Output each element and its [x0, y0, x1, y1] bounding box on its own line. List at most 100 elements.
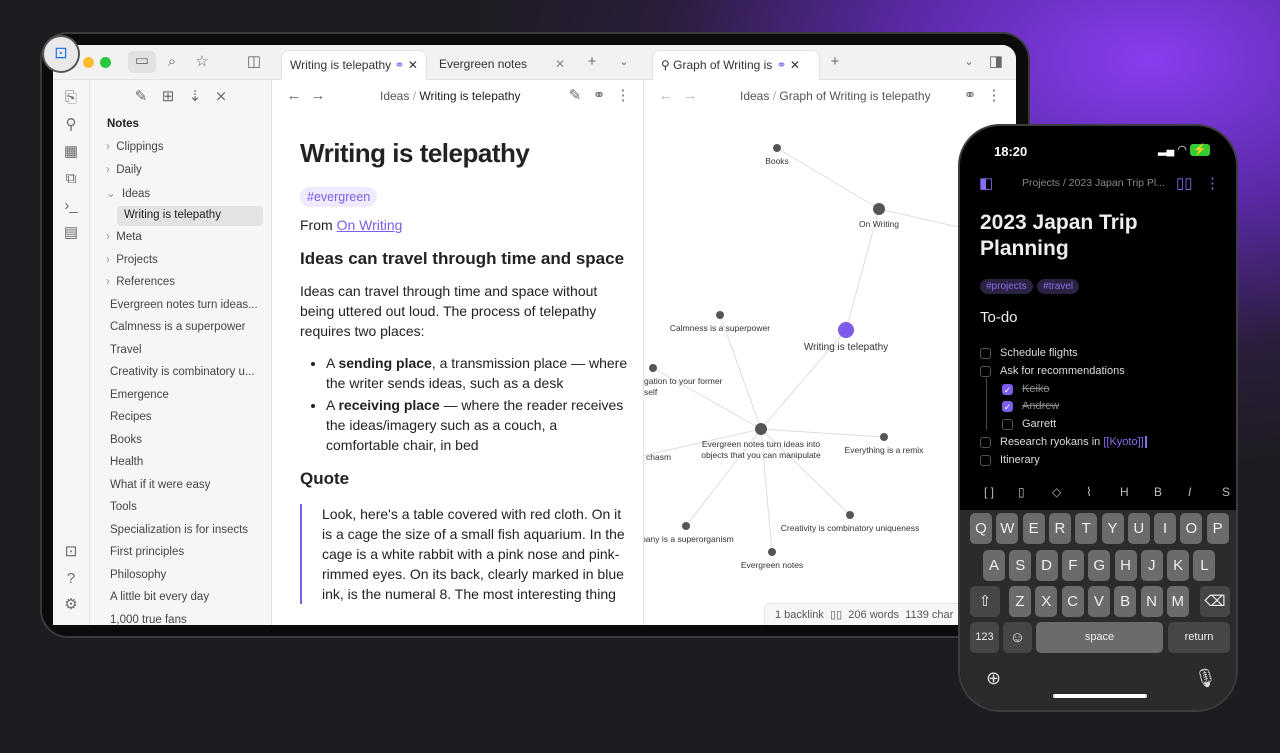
tab-writing-is-telepathy[interactable]: Writing is telepathy ⚭ ✕: [281, 50, 427, 80]
key-Y[interactable]: Y: [1101, 513, 1124, 544]
tag-icon[interactable]: ◇: [1052, 485, 1061, 499]
todo-checkbox[interactable]: [980, 365, 991, 377]
folder-icon[interactable]: ▭: [128, 51, 156, 73]
bold-icon[interactable]: B: [1154, 485, 1162, 499]
search-icon[interactable]: ⌕: [162, 52, 182, 72]
new-tab-icon[interactable]: +: [825, 52, 845, 72]
todo-item[interactable]: Andrew: [1022, 400, 1059, 412]
todo-item[interactable]: Keiko: [1022, 383, 1050, 395]
graph-view-icon[interactable]: ⚲: [61, 115, 81, 135]
tab-graph[interactable]: ⚲ Graph of Writing is telepathy ⚭ ✕: [652, 50, 820, 80]
more-options-icon[interactable]: ⋮: [613, 86, 633, 106]
note-item[interactable]: Tools: [110, 501, 137, 513]
note-item[interactable]: Philosophy: [110, 569, 166, 581]
note-item[interactable]: 1,000 true fans: [110, 614, 187, 626]
key-R[interactable]: R: [1048, 513, 1071, 544]
graph-node[interactable]: [846, 511, 854, 519]
sidebar-toggle-icon[interactable]: ◫: [244, 52, 264, 72]
note-item[interactable]: Emergence: [110, 389, 169, 401]
todo-checkbox[interactable]: ✓: [1002, 383, 1013, 395]
tab-list-chevron-icon[interactable]: ⌄: [959, 52, 979, 72]
new-tab-icon[interactable]: +: [582, 52, 602, 72]
todo-checkbox[interactable]: [980, 348, 991, 359]
note-item[interactable]: Specialization is for insects: [110, 524, 248, 536]
todo-item[interactable]: Schedule flights: [1000, 347, 1078, 359]
key-E[interactable]: E: [1022, 513, 1045, 544]
maximize-window-button[interactable]: [100, 57, 111, 68]
graph-node[interactable]: [773, 144, 781, 152]
note-item[interactable]: Health: [110, 456, 143, 468]
graph-node[interactable]: [755, 423, 767, 435]
graph-node[interactable]: [880, 433, 888, 441]
terminal-icon[interactable]: ›_: [61, 196, 81, 216]
graph-node[interactable]: [873, 203, 885, 215]
key-H[interactable]: H: [1114, 550, 1137, 581]
key-A[interactable]: A: [983, 550, 1005, 581]
star-icon[interactable]: ☆: [192, 52, 212, 72]
close-tab-icon[interactable]: ✕: [790, 58, 800, 72]
on-writing-link[interactable]: On Writing: [337, 217, 403, 233]
graph-node[interactable]: [768, 548, 776, 556]
note-item[interactable]: Recipes: [110, 411, 152, 423]
folder-item[interactable]: › Meta: [106, 231, 142, 243]
folder-item[interactable]: › References: [106, 276, 175, 288]
heading-icon[interactable]: H: [1120, 485, 1129, 499]
key-N[interactable]: N: [1140, 586, 1163, 617]
tag-evergreen[interactable]: #evergreen: [300, 187, 378, 207]
key-O[interactable]: O: [1180, 513, 1203, 544]
key-X[interactable]: X: [1035, 586, 1058, 617]
sidebar-toggle-icon[interactable]: ◧: [979, 174, 993, 192]
templates-icon[interactable]: ▤: [61, 223, 81, 243]
tag-travel[interactable]: #travel: [1037, 279, 1080, 294]
sort-icon[interactable]: ⇣: [185, 87, 205, 107]
reading-mode-icon[interactable]: ▯▯: [1176, 174, 1193, 192]
note-item[interactable]: Travel: [110, 344, 142, 356]
link-icon[interactable]: ⚭: [589, 86, 609, 106]
todo-checkbox[interactable]: [980, 437, 991, 448]
todo-checkbox[interactable]: ✓: [1002, 401, 1013, 413]
note-item[interactable]: First principles: [110, 546, 184, 558]
key-F[interactable]: F: [1061, 550, 1084, 581]
todo-item[interactable]: Garrett: [1022, 418, 1056, 430]
space-key[interactable]: space: [1036, 622, 1163, 653]
key-J[interactable]: J: [1140, 550, 1163, 581]
key-U[interactable]: U: [1127, 513, 1150, 544]
graph-node[interactable]: [716, 311, 724, 319]
graph-node[interactable]: [838, 322, 854, 338]
note-item[interactable]: Calmness is a superpower: [110, 321, 246, 333]
note-item[interactable]: Evergreen notes turn ideas...: [110, 299, 258, 311]
help-icon[interactable]: ?: [61, 569, 81, 589]
key-D[interactable]: D: [1035, 550, 1058, 581]
tab-list-chevron-icon[interactable]: ⌄: [614, 52, 634, 72]
key-Z[interactable]: Z: [1009, 586, 1031, 617]
emoji-key[interactable]: ☺: [1003, 622, 1032, 653]
key-G[interactable]: G: [1088, 550, 1111, 581]
tag-projects[interactable]: #projects: [980, 279, 1033, 294]
key-T[interactable]: T: [1075, 513, 1098, 544]
forward-arrow-icon[interactable]: →: [308, 86, 328, 106]
collapse-all-icon[interactable]: ⨯: [211, 87, 231, 107]
close-tab-icon[interactable]: ✕: [555, 50, 565, 78]
todo-item[interactable]: Ask for recommendations: [1000, 365, 1125, 377]
vault-icon[interactable]: ⊡: [61, 542, 81, 562]
edit-pencil-icon[interactable]: ✎: [565, 86, 585, 106]
return-key[interactable]: return: [1168, 622, 1230, 653]
key-M[interactable]: M: [1166, 586, 1189, 617]
key-Q[interactable]: Q: [970, 513, 992, 544]
key-C[interactable]: C: [1061, 586, 1084, 617]
strikethrough-icon[interactable]: S: [1222, 485, 1230, 499]
quick-switcher-icon[interactable]: ⎘: [61, 88, 81, 108]
note-item[interactable]: What if it were easy: [110, 479, 210, 491]
todo-checkbox[interactable]: [1002, 419, 1013, 431]
todo-item[interactable]: Itinerary: [1000, 454, 1040, 466]
folder-item[interactable]: ⌄ Ideas: [106, 186, 150, 200]
copy-icon[interactable]: ⧉: [61, 169, 81, 189]
numbers-key[interactable]: 123: [970, 622, 999, 653]
settings-gear-icon[interactable]: ⚙: [61, 595, 81, 615]
wikilink-icon[interactable]: [ ]: [984, 485, 994, 499]
key-B[interactable]: B: [1114, 586, 1137, 617]
more-options-icon[interactable]: ⋮: [1205, 174, 1220, 192]
shift-key[interactable]: ⇧: [970, 586, 1000, 617]
file-icon[interactable]: ▯: [1018, 485, 1025, 499]
new-folder-icon[interactable]: ⊞: [158, 87, 178, 107]
